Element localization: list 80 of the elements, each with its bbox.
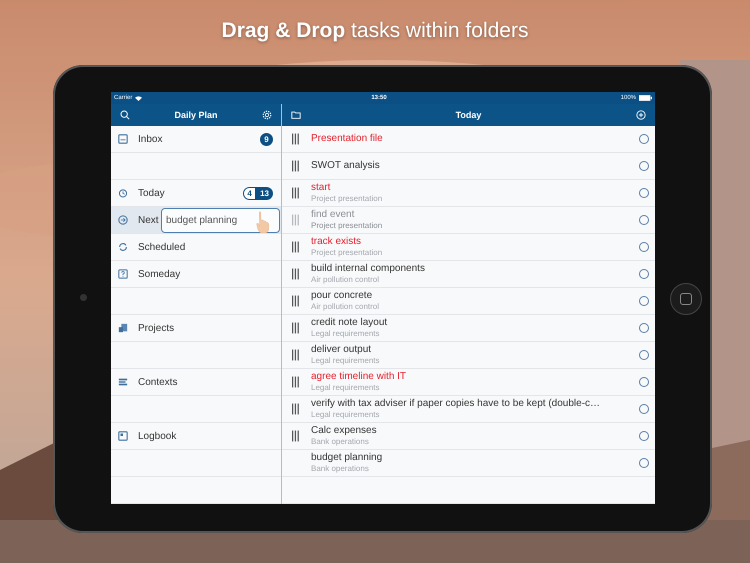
battery-icon: [639, 95, 652, 101]
count-badge: 13: [256, 186, 273, 200]
task-title: credit note layout: [311, 317, 388, 330]
drag-handle-icon[interactable]: [292, 214, 299, 226]
task-checkbox[interactable]: [639, 269, 649, 279]
hand-drawing: [256, 211, 271, 233]
task-checkbox[interactable]: [639, 242, 649, 252]
sidebar-item[interactable]: Inbox 9: [111, 126, 281, 153]
folder-icon[interactable]: [291, 110, 301, 120]
task-project: Legal requirements: [311, 383, 380, 393]
sidebar-item[interactable]: Logbook: [111, 423, 281, 450]
task-checkbox[interactable]: [639, 323, 649, 333]
dragged-task[interactable]: budget planning: [161, 208, 280, 233]
repeat-icon: [118, 242, 128, 252]
task-checkbox[interactable]: [639, 377, 649, 387]
headline: Drag & Drop tasks within folders: [222, 19, 528, 44]
camera-icon: [80, 294, 87, 301]
sidebar-item[interactable]: Next budget planning: [111, 207, 281, 234]
clock-icon: [118, 188, 128, 198]
arrow-circle-icon: [118, 215, 128, 225]
task-checkbox[interactable]: [639, 404, 649, 414]
book-icon: [118, 431, 128, 441]
drag-handle-icon[interactable]: [292, 160, 299, 172]
task-title: budget planning: [311, 452, 384, 464]
task-title: pour concrete: [311, 290, 374, 302]
sidebar-item[interactable]: Contexts: [111, 369, 281, 396]
task-title: verify with tax adviser if paper copies have to be kept (double-c…: [311, 398, 602, 410]
drag-handle-icon[interactable]: [292, 295, 299, 307]
sidebar-item[interactable]: Projects: [111, 315, 281, 342]
search-icon[interactable]: [120, 110, 130, 120]
settings-icon[interactable]: [262, 110, 272, 120]
lines-icon: [118, 377, 128, 387]
task-project: Project presentation: [311, 221, 384, 231]
task-project: Air pollution control: [311, 275, 380, 285]
count-badge: 4: [243, 186, 256, 200]
task-checkbox[interactable]: [639, 431, 649, 441]
task-checkbox[interactable]: [639, 350, 649, 360]
task-title: agree timeline with IT: [311, 371, 408, 384]
task-title: track exists: [311, 236, 362, 248]
task-project: Bank operations: [311, 437, 370, 447]
task-title: start: [311, 182, 332, 194]
home-button[interactable]: [670, 283, 702, 315]
task-title: deliver output: [311, 344, 372, 356]
task-project: Bank operations: [311, 464, 370, 474]
task-project: Project presentation: [311, 248, 384, 258]
drag-handle-icon[interactable]: [292, 430, 299, 442]
task-checkbox[interactable]: [639, 296, 649, 306]
count-badge: 9: [260, 132, 273, 146]
task-title: build internal components: [311, 263, 426, 276]
task-title: Presentation file: [311, 133, 384, 145]
task-checkbox[interactable]: [639, 188, 649, 198]
stack-icon: [118, 323, 128, 333]
tray-icon: [118, 134, 128, 144]
task-project: Air pollution control: [311, 302, 380, 312]
task-title: SWOT analysis: [311, 160, 381, 172]
wifi-icon: [135, 96, 142, 100]
drag-handle-icon[interactable]: [292, 241, 299, 253]
task-project: Legal requirements: [311, 356, 380, 366]
drag-handle-icon[interactable]: [292, 133, 299, 145]
task-checkbox[interactable]: [639, 161, 649, 171]
sidebar-item[interactable]: Scheduled: [111, 234, 281, 261]
task-checkbox[interactable]: [639, 215, 649, 225]
sidebar-item[interactable]: Someday: [111, 261, 281, 288]
drag-handle-icon[interactable]: [292, 187, 299, 199]
task-project: Legal requirements: [311, 410, 380, 420]
task-checkbox[interactable]: [639, 458, 649, 468]
task-title: find event: [311, 209, 356, 222]
task-project: Legal requirements: [311, 329, 380, 339]
task-title: Calc expenses: [311, 425, 378, 438]
task-checkbox[interactable]: [639, 134, 649, 144]
drag-handle-icon[interactable]: [292, 349, 299, 361]
drag-handle-icon[interactable]: [292, 322, 299, 334]
drag-handle-icon[interactable]: [292, 376, 299, 388]
drag-handle-icon[interactable]: [292, 403, 299, 415]
sidebar-title: Daily Plan: [174, 110, 218, 120]
drag-handle-icon[interactable]: [292, 268, 299, 280]
list-title: Today: [456, 110, 482, 120]
add-icon[interactable]: [636, 110, 646, 120]
task-project: Project presentation: [311, 194, 384, 204]
question-icon: [118, 269, 128, 279]
